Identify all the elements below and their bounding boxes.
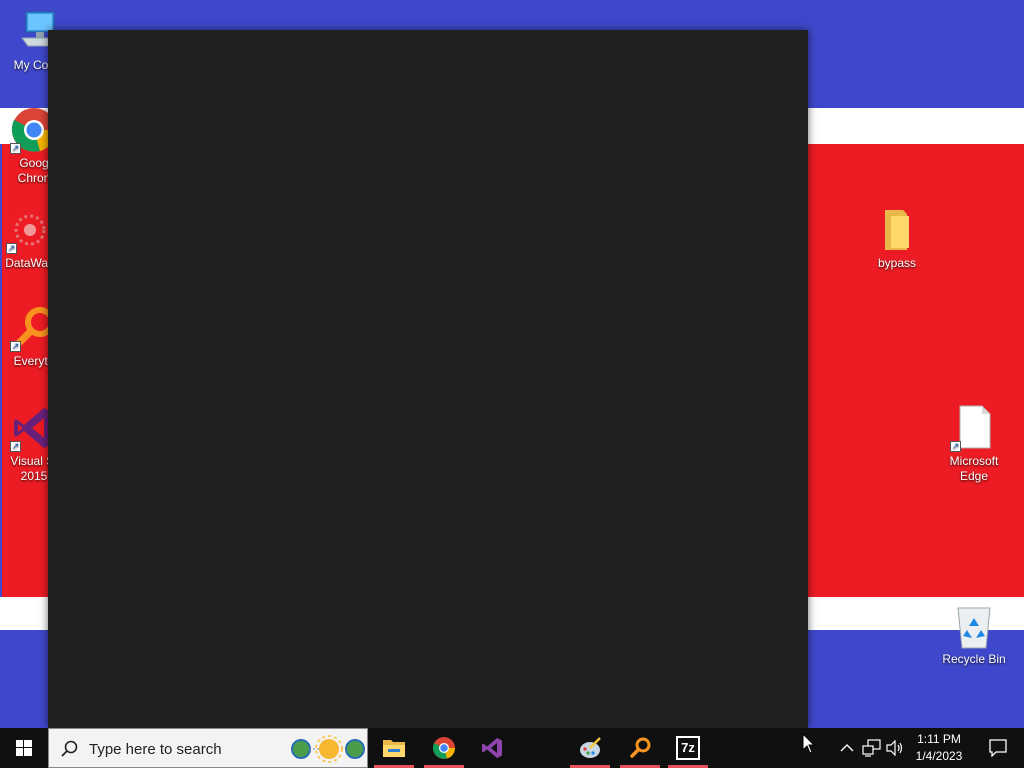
blank-dark-window[interactable] bbox=[48, 30, 808, 728]
search-placeholder: Type here to search bbox=[89, 741, 222, 758]
search-icon bbox=[61, 740, 78, 757]
taskbar-app-paint[interactable] bbox=[566, 728, 614, 768]
taskbar-app-chrome[interactable] bbox=[420, 728, 468, 768]
shortcut-arrow-icon: ↗ bbox=[950, 441, 961, 452]
taskbar-app-visual-studio[interactable] bbox=[468, 728, 516, 768]
folder-icon bbox=[383, 740, 405, 757]
taskbar: Type here to search 7z 1:11 PM 1/4/2023 bbox=[0, 728, 1024, 768]
paint-palette-icon bbox=[580, 737, 601, 758]
network-icon[interactable] bbox=[862, 739, 882, 757]
everything-search-icon bbox=[630, 737, 651, 758]
chrome-icon bbox=[432, 737, 455, 759]
start-button[interactable] bbox=[0, 728, 48, 768]
datawag-icon: ↗ bbox=[6, 206, 54, 254]
desktop-icon-recycle-bin[interactable]: Recycle Bin bbox=[936, 602, 1012, 667]
7zip-icon: 7z bbox=[676, 736, 700, 760]
taskbar-clock[interactable]: 1:11 PM 1/4/2023 bbox=[906, 728, 972, 768]
desktop-icon-label: Microsoft bbox=[949, 454, 999, 468]
mouse-cursor-icon bbox=[802, 733, 816, 754]
system-tray bbox=[836, 728, 906, 768]
folder-icon bbox=[873, 206, 921, 254]
chevron-up-icon[interactable] bbox=[840, 742, 854, 754]
volume-icon[interactable] bbox=[886, 740, 904, 756]
shortcut-arrow-icon: ↗ bbox=[10, 441, 21, 452]
desktop-icon-bypass-folder[interactable]: bypass bbox=[859, 206, 935, 271]
document-icon: ↗ bbox=[950, 404, 998, 452]
taskbar-search-box[interactable]: Type here to search bbox=[48, 728, 368, 768]
action-center-button[interactable] bbox=[972, 728, 1024, 768]
desktop-icon-microsoft-edge[interactable]: ↗ Microsoft Edge bbox=[936, 404, 1012, 484]
7zip-label: 7z bbox=[678, 738, 698, 758]
visual-studio-icon bbox=[482, 738, 502, 758]
clock-time: 1:11 PM bbox=[917, 732, 961, 746]
shortcut-arrow-icon: ↗ bbox=[10, 143, 21, 154]
clock-date: 1/4/2023 bbox=[915, 749, 963, 763]
desktop: My Com ↗ Goog Chron ↗ DataWag ↗ Everyth … bbox=[0, 0, 1024, 728]
shortcut-arrow-icon: ↗ bbox=[6, 243, 17, 254]
desktop-icon-label: bypass bbox=[877, 256, 917, 270]
taskbar-app-file-explorer[interactable] bbox=[370, 728, 418, 768]
taskbar-app-everything[interactable] bbox=[616, 728, 664, 768]
notification-icon bbox=[989, 739, 1007, 757]
taskbar-app-7zip[interactable]: 7z bbox=[664, 728, 712, 768]
recycle-bin-icon bbox=[950, 602, 998, 650]
windows-logo-icon bbox=[16, 740, 32, 756]
shortcut-arrow-icon: ↗ bbox=[10, 341, 21, 352]
desktop-icon-label: Edge bbox=[959, 469, 989, 483]
search-highlight-globe-sun-icon[interactable] bbox=[291, 733, 365, 765]
desktop-icon-label: Recycle Bin bbox=[942, 652, 1006, 666]
